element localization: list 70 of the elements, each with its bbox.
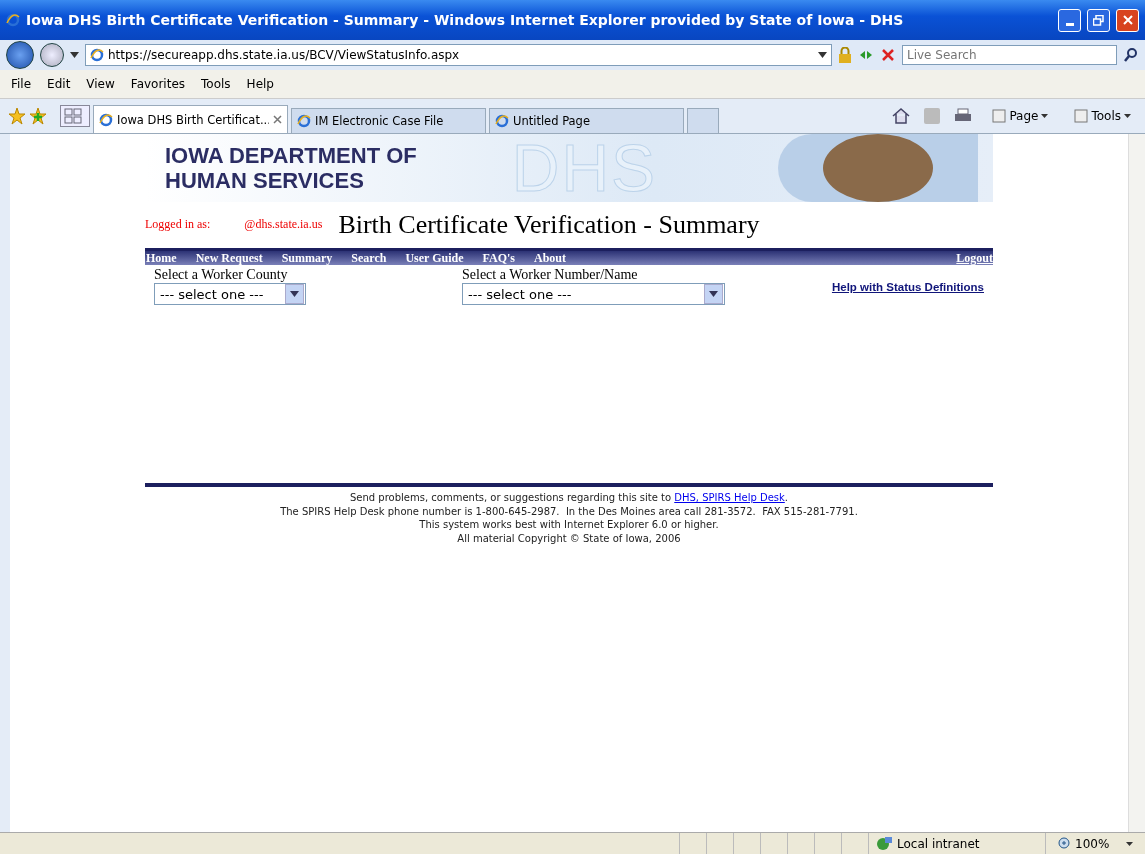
- nav-link[interactable]: Home: [145, 250, 187, 266]
- field-label: Select a Worker Number/Name: [462, 267, 639, 283]
- vertical-scrollbar[interactable]: [1128, 134, 1145, 832]
- nav-link[interactable]: User Guide: [404, 250, 474, 266]
- help-link[interactable]: Help with Status Definitions: [831, 281, 984, 293]
- search-icon[interactable]: [1123, 47, 1139, 63]
- browser-icon: [297, 114, 311, 128]
- logout-link[interactable]: Logout: [956, 250, 993, 266]
- browser-tab[interactable]: Untitled Page: [489, 108, 684, 133]
- browser-icon: [495, 114, 509, 128]
- search-field[interactable]: Live Search: [902, 45, 1117, 65]
- field-label: Select a Worker County: [154, 267, 289, 283]
- organization-name: IOWA DEPARTMENT OF HUMAN SERVICES: [165, 143, 417, 193]
- footer-text: All material Copyright © State of Iowa, 2006: [457, 531, 681, 545]
- window-title: Iowa DHS Birth Certificate Verification - Summary - Windows Internet Explorer provided by State of Iowa - DHS: [26, 12, 905, 28]
- close-icon: [1122, 15, 1133, 25]
- add-favorite-icon[interactable]: [29, 107, 47, 125]
- security-zone: Local intranet: [897, 836, 980, 851]
- help-desk-link[interactable]: DHS, SPIRS Help Desk: [674, 492, 785, 503]
- menu-item[interactable]: Help: [239, 75, 281, 93]
- nav-link[interactable]: About: [533, 250, 577, 266]
- back-button[interactable]: [6, 41, 34, 69]
- select-dropdown[interactable]: --- select one ---: [154, 283, 306, 305]
- browser-icon: [6, 13, 20, 27]
- menu-item[interactable]: Tools: [194, 75, 238, 93]
- menu-item[interactable]: View: [79, 75, 122, 93]
- restore-button[interactable]: [1087, 8, 1110, 32]
- menu-item[interactable]: File: [4, 75, 39, 93]
- close-button[interactable]: [1116, 8, 1139, 32]
- footer-text: This system works best with Internet Explorer 6.0 or higher.: [419, 518, 719, 532]
- browser-tab[interactable]: Iowa DHS Birth Certificat...: [93, 105, 288, 133]
- nav-link[interactable]: Summary: [280, 250, 343, 266]
- nav-link[interactable]: FAQ's: [481, 250, 525, 266]
- network-globe-icon: [875, 835, 893, 852]
- forward-button[interactable]: [40, 43, 64, 67]
- nav-link[interactable]: New Request: [194, 250, 273, 266]
- minimize-button[interactable]: [1058, 8, 1081, 32]
- browser-icon: [99, 112, 113, 127]
- dropdown-arrow-icon[interactable]: [818, 52, 827, 58]
- browser-icon: [90, 48, 104, 62]
- minimize-icon: [1065, 22, 1074, 26]
- footer-text: Send problems, comments, or suggestions regarding this site to DHS, SPIRS Help Desk.: [350, 491, 788, 505]
- zoom-icon: [1058, 836, 1072, 851]
- toolbar-menu-button[interactable]: Page: [986, 108, 1055, 124]
- quick-tabs-icon[interactable]: [60, 105, 90, 127]
- caret-icon: [1124, 114, 1131, 118]
- caret-icon: [1041, 114, 1049, 118]
- select-dropdown[interactable]: --- select one ---: [462, 283, 725, 305]
- lock-icon[interactable]: [838, 47, 852, 63]
- footer-text: The SPIRS Help Desk phone number is 1-800-645-2987. In the Des Moines area call 281-3572. FAX 515-281-7791.: [280, 504, 858, 518]
- menu-item[interactable]: Favorites: [123, 75, 193, 93]
- dropdown-arrow-icon[interactable]: [70, 52, 79, 58]
- printer-icon[interactable]: [954, 108, 973, 124]
- dropdown-arrow-icon: [290, 291, 299, 297]
- address-field[interactable]: https://secureapp.dhs.state.ia.us/BCV/ViewStatusInfo.aspx: [85, 44, 832, 66]
- page-title: Birth Certificate Verification - Summary: [338, 210, 760, 240]
- caret-icon: [1126, 841, 1134, 846]
- menu-item[interactable]: Edit: [40, 75, 78, 93]
- browser-tab[interactable]: IM Electronic Case File: [291, 108, 486, 133]
- logged-in-label: Logged in as:: [145, 217, 211, 232]
- star-icon[interactable]: [8, 107, 26, 125]
- zoom-level[interactable]: 100%: [1045, 833, 1145, 854]
- restore-icon: [1093, 14, 1104, 26]
- close-tab-icon[interactable]: [273, 115, 282, 124]
- toolbar-menu-button[interactable]: Tools: [1068, 108, 1137, 124]
- logged-in-user: @dhs.state.ia.us: [244, 217, 323, 232]
- home-icon[interactable]: [892, 108, 911, 124]
- stop-icon[interactable]: [880, 47, 896, 63]
- dropdown-arrow-icon: [709, 291, 718, 297]
- nav-link[interactable]: Search: [350, 250, 397, 266]
